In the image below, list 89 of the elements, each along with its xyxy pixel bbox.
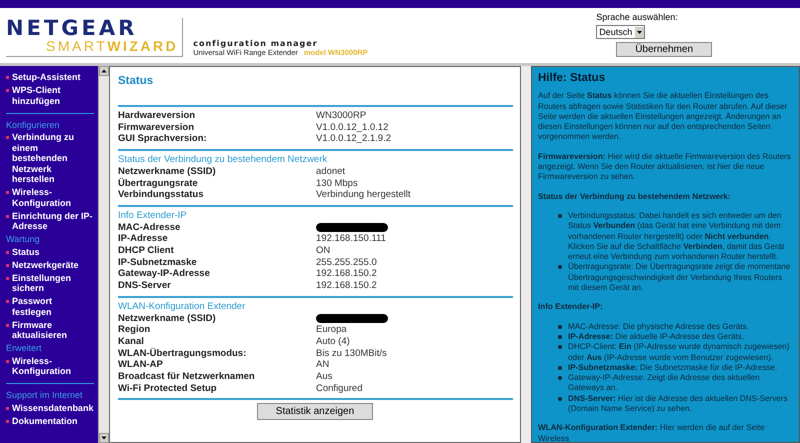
nav-link[interactable]: Wireless-Konfiguration bbox=[6, 187, 94, 208]
field-value: 130 Mbps bbox=[316, 178, 359, 190]
nav-heading: Support im Internet bbox=[6, 390, 84, 400]
help-list-item: IP-Subnetzmaske: Die Subnetzmaske für die IP-Adresse. bbox=[568, 362, 778, 374]
nav-link[interactable]: Verbindung zu einem bestehenden Netzwerk herstellen bbox=[6, 132, 94, 184]
nav-link[interactable]: WPS-Client hinzufügen bbox=[6, 85, 94, 106]
nav-link[interactable]: Wireless-Konfiguration bbox=[6, 356, 94, 376]
language-select[interactable]: Deutsch bbox=[596, 25, 646, 39]
bullet-icon bbox=[558, 345, 562, 350]
field-value: Aus bbox=[316, 371, 334, 383]
field-label: Broadcast für Netzwerknamen bbox=[118, 371, 256, 383]
nav-heading: Konfigurieren bbox=[6, 120, 61, 130]
nav-link[interactable]: Firmware aktualisieren bbox=[6, 320, 94, 340]
field-label: MAC-Adresse bbox=[118, 222, 182, 234]
field-label: DNS-Server bbox=[118, 280, 172, 292]
nav-link[interactable]: Setup-Assistent bbox=[6, 72, 94, 82]
field-value: 192.168.150.2 bbox=[316, 280, 378, 292]
logo-product: SMARTWIZARD bbox=[45, 38, 178, 55]
field-label: DHCP Client bbox=[118, 245, 175, 257]
panel-title: Status bbox=[118, 75, 154, 87]
bullet-icon bbox=[558, 396, 562, 401]
help-heading: Info Extender-IP: bbox=[538, 302, 604, 313]
field-value: ON bbox=[316, 245, 332, 257]
bullet-icon bbox=[558, 324, 562, 329]
scroll-down-icon[interactable] bbox=[99, 433, 109, 443]
field-value: Configured bbox=[316, 382, 364, 394]
field-value: 192.168.150.111 bbox=[316, 233, 387, 246]
field-value: V1.0.0.12_1.0.12 bbox=[316, 122, 390, 134]
field-value: Verbindung hergestellt bbox=[316, 189, 412, 201]
bullet-icon bbox=[558, 366, 562, 370]
language-label: Sprache auswählen: bbox=[596, 12, 678, 22]
field-value: AN bbox=[316, 359, 330, 372]
logo-brand: NETGEAR bbox=[6, 18, 138, 38]
field-label: Übertragungsrate bbox=[118, 178, 199, 190]
section-heading: Status der Verbindung zu bestehendem Netzwerk bbox=[118, 154, 328, 166]
field-value: Europa bbox=[316, 324, 348, 336]
field-label: WLAN-Übertragungsmodus: bbox=[118, 348, 248, 360]
help-text: WLAN-Konfiguration Extender: Hier werden die auf der Seite Wireless bbox=[538, 423, 766, 442]
nav-heading: Wartung bbox=[6, 234, 41, 244]
nav-link[interactable]: Dokumentation bbox=[6, 416, 94, 426]
help-list-item: Gateway-IP-Adresse: Zeigt die Adresse des aktuellen Gateways an. bbox=[568, 373, 761, 394]
field-value: V1.0.0.12_2.1.9.2 bbox=[316, 133, 392, 146]
nav-link[interactable]: Einstellungen sichern bbox=[6, 272, 94, 294]
nav-link[interactable]: Netzwerkgeräte bbox=[6, 260, 94, 270]
nav-link[interactable]: Status bbox=[6, 246, 94, 257]
field-label: Netzwerkname (SSID) bbox=[118, 166, 217, 178]
field-value: Auto (4) bbox=[316, 336, 351, 348]
field-value: adonet bbox=[316, 166, 346, 178]
field-label: Region bbox=[118, 324, 152, 336]
apply-button[interactable]: Übernehmen bbox=[616, 42, 712, 57]
section-heading: WLAN-Konfiguration Extender bbox=[118, 300, 246, 313]
field-value: WN3000RP bbox=[316, 110, 368, 122]
scroll-up-icon[interactable] bbox=[99, 66, 109, 76]
help-text: Auf der Seite Status können Sie die aktuellen Einstellungen des Routers abfragen sowie Statistiken für den Router abrufen. Auf dieser Seite werden die aktuellen Einstellungen angezeigt. Änderungen an diesen Einstellungen können nur auf den entsprechenden Seiten vorgenommen werden. bbox=[538, 91, 788, 143]
field-label: Wi-Fi Protected Setup bbox=[118, 382, 218, 394]
help-list-item: DNS-Server: Hier ist die Adresse des aktuellen DNS-Servers (Domain Name Service) zu sehen. bbox=[568, 394, 789, 414]
field-label: Firmwareversion bbox=[118, 122, 196, 134]
field-label: Hardwareversion bbox=[118, 110, 196, 122]
field-label: Netzwerkname (SSID) bbox=[118, 312, 217, 324]
help-list-item: DHCP-Client: Ein (IP-Adresse wurde dynamisch zugewiesen) oder Aus (IP-Adresse wurde vom Benutzer zugewiesen). bbox=[568, 342, 790, 363]
bullet-icon bbox=[558, 376, 562, 380]
field-value: Bis zu 130MBit/s bbox=[316, 348, 388, 360]
nav-link[interactable]: Einrichtung der IP-Adresse bbox=[6, 210, 94, 232]
nav-link[interactable]: Passwort festlegen bbox=[6, 296, 94, 317]
help-heading: Status der Verbindung zu bestehendem Netzwerk: bbox=[538, 192, 732, 202]
bullet-icon bbox=[558, 265, 562, 270]
help-title: Hilfe: Status bbox=[538, 73, 606, 84]
field-label: Kanal bbox=[118, 336, 145, 348]
section-heading: Info Extender-IP bbox=[118, 210, 188, 222]
field-value: 192.168.150.2 bbox=[316, 268, 378, 280]
field-label: IP-Adresse bbox=[118, 233, 169, 246]
help-text: Firmwareversion: Hier wird die aktuelle Firmwareversion des Routers angezeigt. Wenn Sie den Router aktualisieren, ist hier die neue Firmwareversion zu sehen. bbox=[538, 152, 792, 183]
nav-heading: Erweitert bbox=[6, 343, 43, 354]
bullet-icon bbox=[558, 214, 562, 218]
field-label: IP-Subnetzmaske bbox=[118, 256, 198, 268]
field-value: 255.255.255.0 bbox=[316, 256, 378, 268]
field-label: GUI Sprachversion: bbox=[118, 133, 208, 146]
tagline: configuration manager bbox=[193, 39, 319, 48]
nav-link[interactable]: Wissensdatenbank bbox=[6, 402, 94, 413]
help-list-item: Verbindungsstatus: Dabei handelt es sich entweder um den Status Verbunden (das Gerät hat eine Verbindung mit dem vorhandenen Router hergestellt) oder Nicht verbunden. Klicken Sie auf die Schaltfläche Verbinden, damit das Gerät erneut eine Verbindung zum vorhandenen Router herstellt. bbox=[568, 210, 786, 262]
scrollbar[interactable] bbox=[98, 66, 109, 443]
field-label: Gateway-IP-Adresse bbox=[118, 268, 211, 280]
help-list-item: MAC-Adresse: Die physische Adresse des Geräts. bbox=[568, 322, 749, 332]
bullet-icon bbox=[558, 334, 562, 339]
field-label: Verbindungsstatus bbox=[118, 189, 205, 201]
help-list-item: IP-Adresse: Die aktuelle IP-Adresse des Geräts. bbox=[568, 332, 744, 342]
statistics-button[interactable]: Statistik anzeigen bbox=[256, 403, 374, 420]
field-label: WLAN-AP bbox=[118, 359, 164, 372]
help-list-item: Übertragungsrate: Die Übertragungsrate zeigt die momentane Übertragungsgeschwindigkeit der Verbindung Ihres Routers mit diesem Gerät an. bbox=[568, 262, 792, 294]
